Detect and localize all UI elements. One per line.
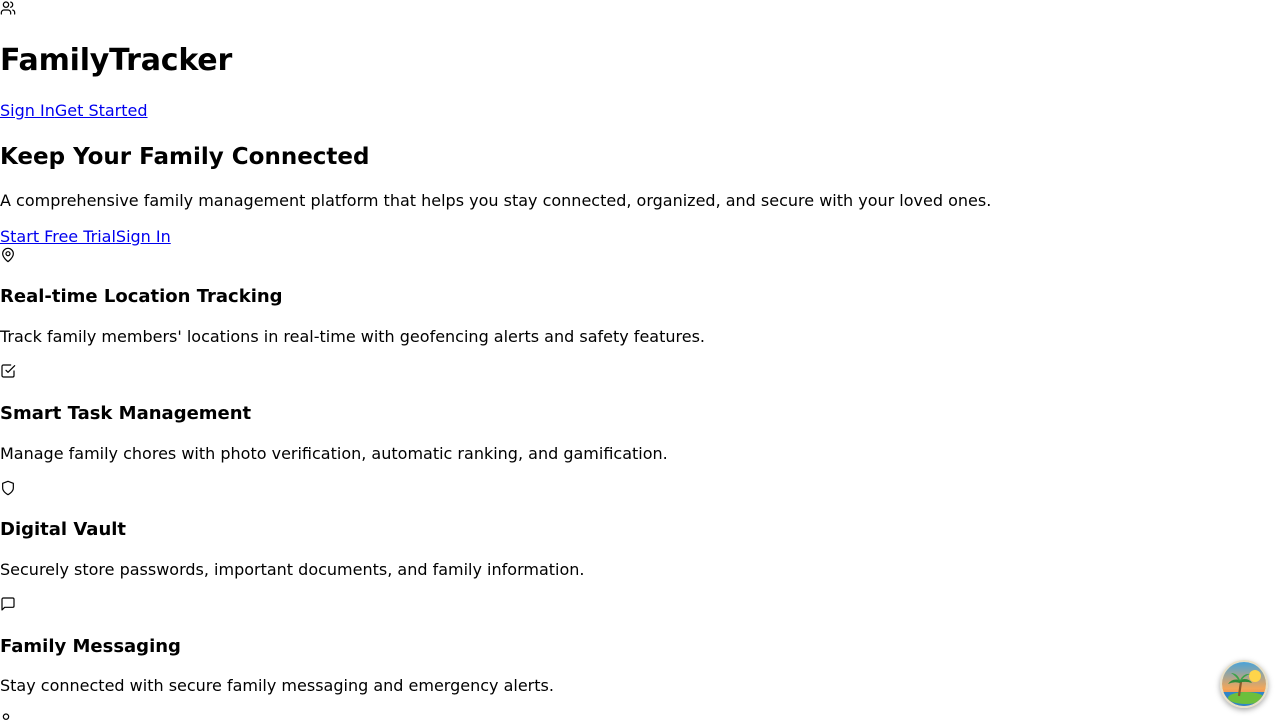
start-free-trial-link[interactable]: Start Free Trial <box>0 227 116 246</box>
map-pin-icon <box>0 247 16 263</box>
users-icon <box>0 0 16 16</box>
hero-cta: Start Free TrialSign In <box>0 228 171 246</box>
feature-description: Stay connected with secure family messag… <box>0 676 554 695</box>
feature-description: Manage family chores with photo verifica… <box>0 444 668 463</box>
brand-title: FamilyTracker <box>0 43 233 78</box>
feature-title: Real-time Location Tracking <box>0 286 283 307</box>
feature-title: Family Messaging <box>0 636 181 657</box>
message-square-icon <box>0 596 16 612</box>
hero-title: Keep Your Family Connected <box>0 144 370 170</box>
hero-subtitle: A comprehensive family management platfo… <box>0 191 992 210</box>
feature-description: Securely store passwords, important docu… <box>0 560 585 579</box>
header-nav: Sign InGet Started <box>0 102 148 120</box>
check-square-icon <box>0 363 16 379</box>
get-started-link[interactable]: Get Started <box>55 101 148 120</box>
island-avatar-icon[interactable] <box>1220 660 1268 708</box>
feature-title: Digital Vault <box>0 519 127 540</box>
hero-sign-in-link[interactable]: Sign In <box>116 227 171 246</box>
feature-title: Smart Task Management <box>0 403 252 424</box>
feature-description: Track family members' locations in real-… <box>0 327 705 346</box>
sign-in-link[interactable]: Sign In <box>0 101 55 120</box>
shield-icon <box>0 480 16 496</box>
users-icon <box>0 712 16 720</box>
